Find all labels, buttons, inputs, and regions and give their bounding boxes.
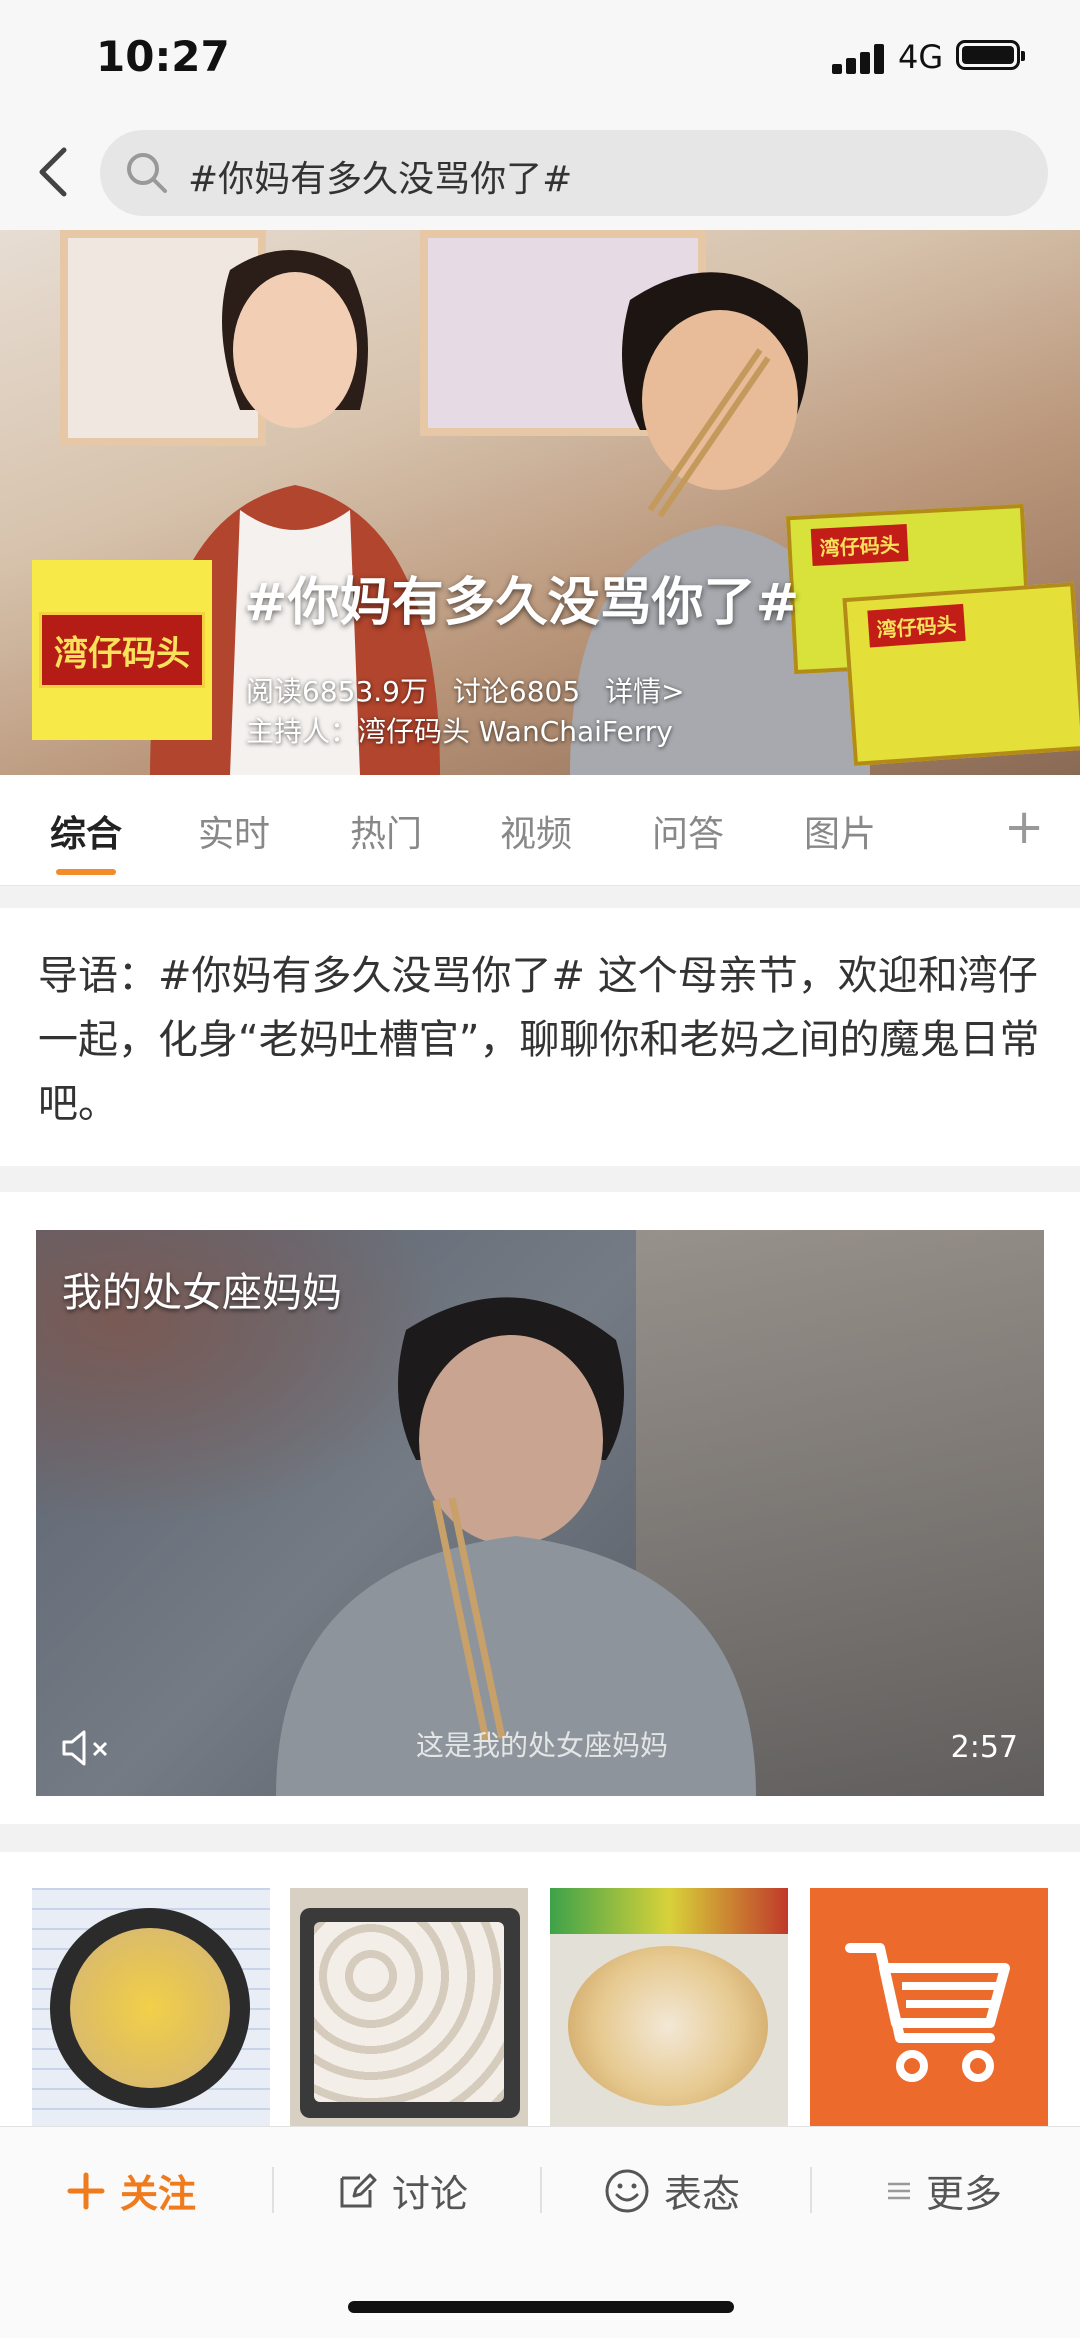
tab-comprehensive[interactable]: 综合	[50, 805, 122, 857]
back-icon[interactable]	[26, 142, 86, 202]
package-strip	[550, 1888, 788, 1934]
search-query: #你妈有多久没骂你了#	[188, 159, 573, 200]
smile-icon	[605, 2169, 649, 2212]
search-input[interactable]: #你妈有多久没骂你了#	[100, 130, 1048, 216]
follow-label: 关注	[120, 2172, 197, 2216]
tray-food	[314, 1922, 504, 2102]
package-brand-label: 湾仔码头	[810, 524, 909, 567]
topic-stats: 阅读6853.9万 讨论6805 详情>	[246, 670, 701, 710]
details-link[interactable]: 详情>	[605, 675, 684, 708]
discuss-label: 讨论	[392, 2172, 469, 2216]
active-tab-indicator	[56, 869, 116, 875]
search-icon	[127, 153, 167, 193]
package-brand-label: 湾仔码头	[867, 603, 966, 648]
divider	[810, 2167, 812, 2213]
thumbnail-tray-dumplings[interactable]	[290, 1888, 528, 2128]
discuss-button[interactable]: 讨论	[336, 2163, 468, 2218]
status-bar: 10:27 4G	[0, 0, 1080, 120]
thumbnail-pan-dumplings[interactable]	[32, 1888, 270, 2128]
video-card: 我的处女座妈妈 这是我的处女座妈妈 2:57	[0, 1192, 1080, 1824]
topic-title: #你妈有多久没骂你了#	[244, 573, 800, 633]
video-duration: 2:57	[950, 1730, 1018, 1765]
image-strip	[0, 1852, 1080, 2128]
thumbnail-steamer-dumplings[interactable]	[550, 1888, 788, 2128]
pan-food	[70, 1928, 230, 2088]
divider	[272, 2167, 274, 2213]
menu-icon	[888, 2182, 910, 2199]
more-button[interactable]: 更多	[886, 2163, 1002, 2218]
more-label: 更多	[926, 2172, 1003, 2216]
express-label: 表态	[664, 2172, 741, 2216]
brand-logo[interactable]: 湾仔码头	[32, 560, 212, 740]
cart-icon	[845, 1943, 1010, 2082]
video-subtitle: 这是我的处女座妈妈	[416, 1729, 669, 1762]
network-type: 4G	[898, 38, 944, 76]
edit-icon	[340, 2173, 377, 2207]
signal-icon	[832, 44, 892, 74]
tab-qa[interactable]: 问答	[652, 805, 724, 857]
steamer-basket	[568, 1946, 768, 2106]
home-indicator[interactable]	[348, 2301, 734, 2313]
clock: 10:27	[96, 32, 230, 81]
search-bar: #你妈有多久没骂你了#	[0, 120, 1080, 230]
video-boy-figure	[276, 1297, 756, 1796]
tab-bar: 综合 实时 热门 视频 问答 图片 +	[0, 775, 1080, 886]
add-tab-icon[interactable]: +	[1004, 799, 1044, 855]
plus-icon	[67, 2172, 105, 2209]
tab-images[interactable]: 图片	[804, 805, 876, 857]
dumpling-package-2: 湾仔码头	[842, 582, 1080, 766]
tab-hot[interactable]: 热门	[350, 805, 422, 857]
topic-banner: 湾仔码头 湾仔码头 湾仔码头 #你妈有多久没骂你了# 阅读6853.9万 讨论6…	[0, 230, 1080, 775]
tab-realtime[interactable]: 实时	[198, 805, 270, 857]
topic-intro: 导语：#你妈有多久没骂你了# 这个母亲节，欢迎和湾仔一起，化身“老妈吐槽官”，聊…	[0, 908, 1080, 1166]
video-title: 我的处女座妈妈	[62, 1270, 342, 1316]
bottom-action-bar: 关注 讨论 表态 更多	[0, 2126, 1080, 2338]
tab-video[interactable]: 视频	[500, 805, 572, 857]
follow-button[interactable]: 关注	[66, 2163, 196, 2218]
brand-logo-text: 湾仔码头	[39, 612, 205, 688]
intro-text: 导语：#你妈有多久没骂你了# 这个母亲节，欢迎和湾仔一起，化身“老妈吐槽官”，聊…	[38, 953, 1040, 1127]
divider	[540, 2167, 542, 2213]
mute-icon[interactable]	[60, 1728, 112, 1768]
battery-icon	[956, 40, 1025, 70]
discussion-count: 讨论6805	[452, 675, 581, 708]
shop-tile[interactable]	[810, 1888, 1048, 2128]
video-player[interactable]: 我的处女座妈妈 这是我的处女座妈妈 2:57	[36, 1230, 1044, 1796]
topic-host[interactable]: 主持人：湾仔码头 WanChaiFerry	[246, 710, 673, 750]
express-button[interactable]: 表态	[604, 2163, 740, 2218]
read-count: 阅读6853.9万	[246, 675, 428, 708]
